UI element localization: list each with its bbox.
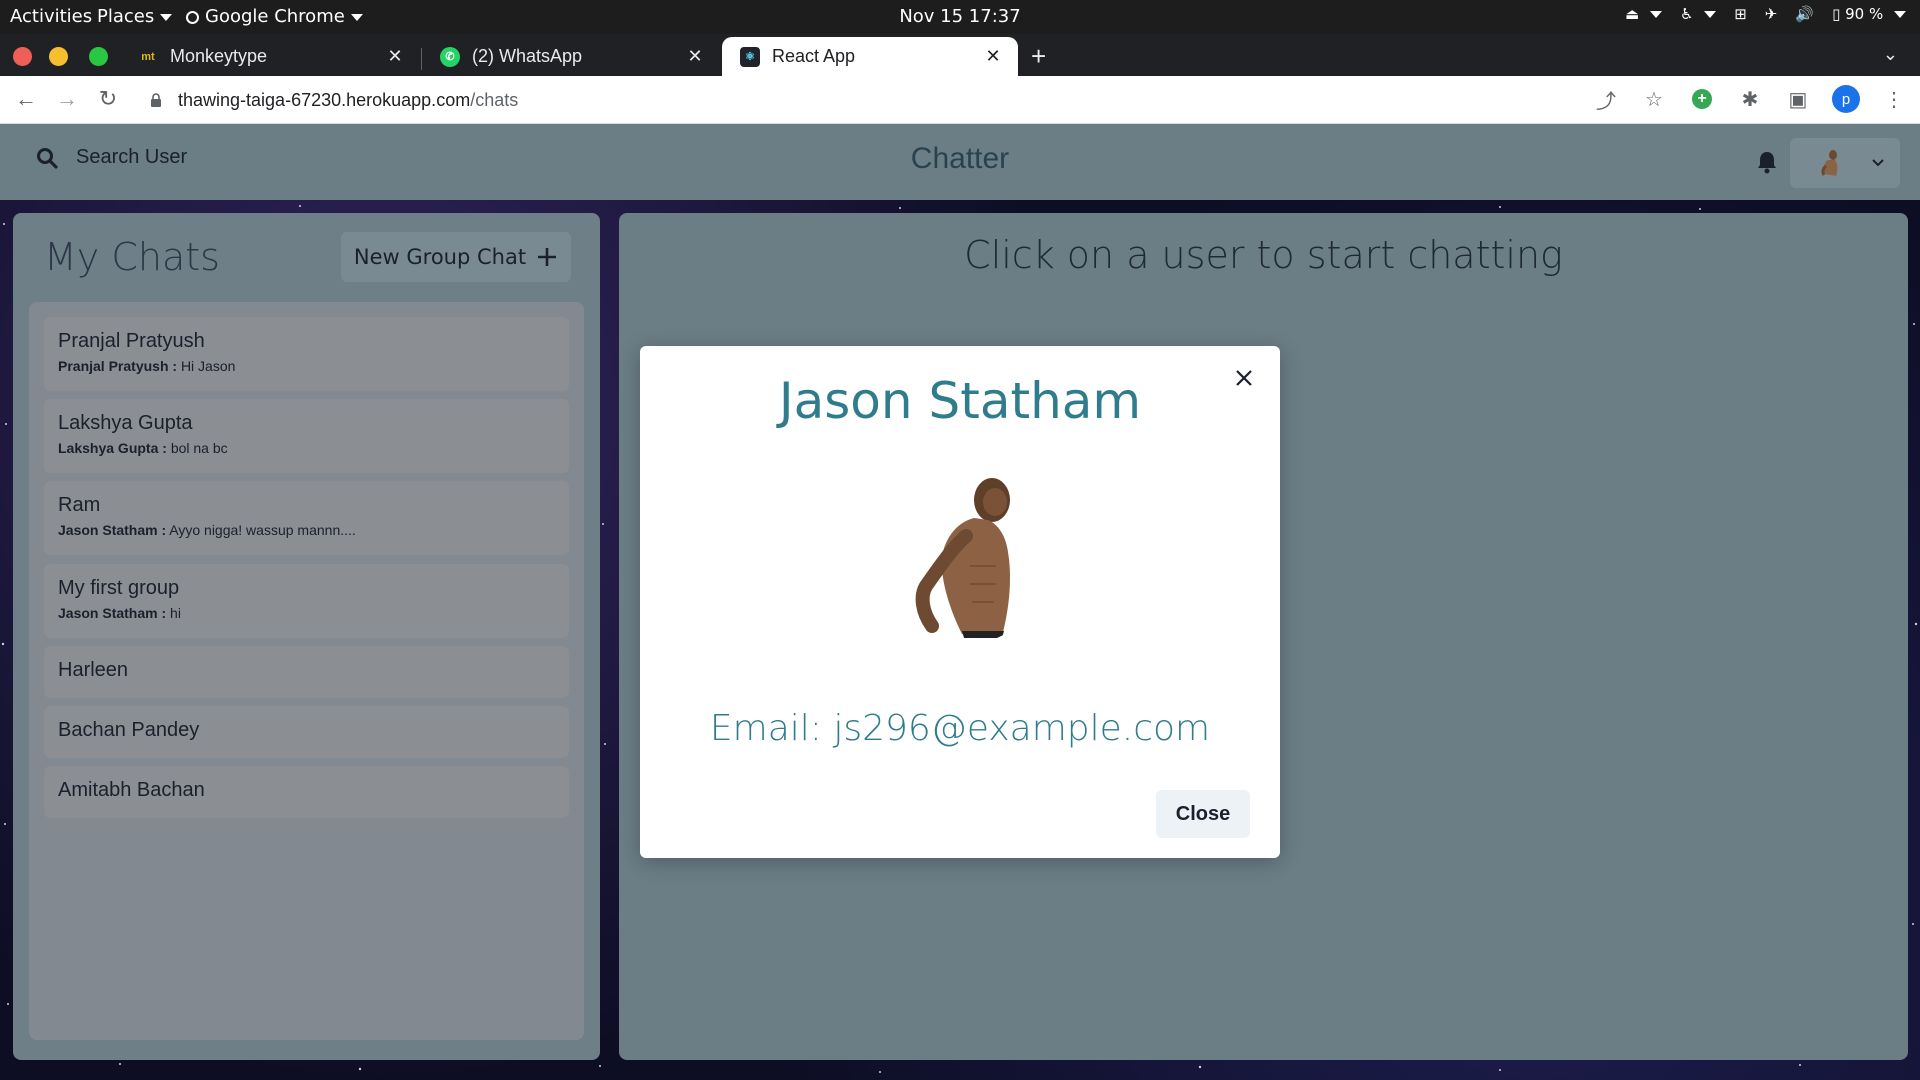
avatar-image — [1821, 150, 1838, 176]
chat-sender: Jason Statham : — [58, 522, 167, 538]
close-icon — [1236, 370, 1252, 386]
reload-icon[interactable]: ↻ — [94, 86, 122, 112]
new-group-chat-button[interactable]: New Group Chat — [341, 232, 571, 282]
app-brand: Chatter — [910, 142, 1010, 175]
close-icon[interactable]: ✕ — [982, 46, 1004, 67]
tab-strip: mt Monkeytype ✕ ✆ (2) WhatsApp ✕ ⚛ React… — [0, 34, 1920, 76]
window-maximize-button[interactable] — [89, 47, 108, 66]
modal-user-name: Jason Statham — [778, 372, 1142, 430]
chat-name: Lakshya Gupta — [58, 412, 193, 434]
window-close-button[interactable] — [13, 47, 32, 66]
chat-latest-message: Jason Statham : hi — [58, 605, 555, 621]
tab-title: Monkeytype — [170, 46, 268, 66]
chevron-down-icon — [1650, 11, 1662, 18]
network-icon: ⊞ — [1734, 5, 1747, 23]
back-icon[interactable]: ← — [12, 86, 40, 112]
avatar — [1814, 146, 1848, 180]
chat-item-my-first-group[interactable]: My first group Jason Statham : hi — [44, 564, 569, 638]
my-chats-title: My Chats — [44, 235, 220, 279]
chat-name: Pranjal Pratyush — [58, 330, 205, 352]
extensions-puzzle-icon[interactable]: ✱ — [1736, 85, 1764, 113]
tab-whatsapp[interactable]: ✆ (2) WhatsApp ✕ — [422, 37, 720, 76]
chat-item-lakshya[interactable]: Lakshya Gupta Lakshya Gupta : bol na bc — [44, 399, 569, 473]
volume-icon: 🔊 — [1795, 5, 1815, 23]
chat-name: Bachan Pandey — [58, 719, 200, 741]
whatsapp-icon: ✆ — [440, 46, 460, 67]
modal-user-email: Email: js296@example.com — [709, 708, 1211, 749]
chevron-down-icon — [1894, 11, 1906, 18]
more-menu-icon[interactable]: ⋮ — [1880, 85, 1908, 113]
chat-latest-message: Pranjal Pratyush : Hi Jason — [58, 358, 555, 374]
profile-menu-button[interactable] — [1790, 138, 1900, 188]
toolbar-actions: ⤴ ☆ + ✱ ▣ p ⋮ — [1592, 85, 1908, 113]
monkeytype-icon: mt — [141, 50, 155, 63]
system-tray[interactable]: ⏏ ♿ ⊞ ✈ 🔊 ▯ 90 % — [1625, 5, 1906, 23]
profile-photo — [915, 478, 1010, 638]
url-field[interactable]: thawing-taiga-67230.herokuapp.com/chats — [178, 90, 518, 111]
chat-sender: Jason Statham : — [58, 605, 167, 621]
profile-initial: p — [1832, 85, 1860, 113]
chat-item-pranjal[interactable]: Pranjal Pratyush Pranjal Pratyush : Hi J… — [44, 317, 569, 391]
chat-name: Amitabh Bachan — [58, 779, 205, 801]
airplane-icon: ✈ — [1764, 5, 1778, 23]
extension-green-icon[interactable]: + — [1688, 85, 1716, 113]
page-viewport: Search User Chatter My Chats New Group C… — [0, 124, 1920, 1080]
chat-item-amitabh-bachan[interactable]: Amitabh Bachan — [44, 766, 569, 818]
chevron-down-icon — [1704, 11, 1717, 18]
profile-picture — [870, 466, 1050, 646]
eject-icon: ⏏ — [1625, 5, 1662, 23]
chat-item-bachan-pandey[interactable]: Bachan Pandey — [44, 706, 569, 758]
forward-icon[interactable]: → — [53, 86, 81, 112]
tab-title: (2) WhatsApp — [472, 46, 583, 66]
share-icon[interactable]: ⤴ — [1592, 85, 1620, 113]
profile-modal: Jason Statham Email: js296@example.com C… — [640, 346, 1280, 858]
chat-sender: Pranjal Pratyush : — [58, 358, 178, 374]
chat-latest-message: Jason Statham : Ayyo nigga! wassup mannn… — [58, 522, 555, 538]
chat-item-ram[interactable]: Ram Jason Statham : Ayyo nigga! wassup m… — [44, 481, 569, 555]
battery-indicator: ▯ 90 % — [1832, 5, 1906, 23]
url-path: /chats — [470, 90, 519, 110]
chat-list: Pranjal Pratyush Pranjal Pratyush : Hi J… — [29, 302, 584, 1040]
plus-icon — [538, 248, 557, 266]
react-icon: ⚛ — [740, 46, 760, 67]
tab-title: React App — [772, 46, 856, 66]
datetime-label: Nov 15 17:37 — [899, 6, 1021, 27]
chat-name: My first group — [58, 577, 180, 599]
os-top-bar: Activities Places Google Chrome Nov 15 1… — [0, 0, 1920, 34]
chat-message: hi — [170, 605, 181, 621]
lock-icon[interactable] — [150, 93, 162, 108]
start-chatting-placeholder: Click on a user to start chatting — [964, 233, 1563, 277]
chevron-down-icon — [1872, 159, 1884, 167]
battery-icon: ▯ — [1832, 5, 1841, 23]
url-host: thawing-taiga-67230.herokuapp.com — [178, 90, 471, 110]
new-tab-button[interactable]: + — [1031, 41, 1046, 72]
chat-name: Ram — [58, 494, 101, 516]
bell-icon[interactable] — [1756, 150, 1778, 174]
modal-close-button[interactable]: Close — [1156, 790, 1250, 838]
side-panel-icon[interactable]: ▣ — [1784, 85, 1812, 113]
my-chats-panel: My Chats New Group Chat Pranjal Pratyush… — [13, 213, 600, 1060]
chat-message: Ayyo nigga! wassup mannn.... — [169, 522, 356, 538]
chat-sender: Lakshya Gupta : — [58, 440, 167, 456]
app-header: Search User Chatter — [0, 124, 1920, 200]
close-icon[interactable]: ✕ — [684, 46, 706, 67]
chat-latest-message: Lakshya Gupta : bol na bc — [58, 440, 555, 456]
profile-avatar[interactable]: p — [1832, 85, 1860, 113]
modal-close-icon[interactable] — [1230, 364, 1258, 392]
battery-percent: 90 % — [1845, 5, 1884, 23]
tab-search-icon[interactable]: ⌄ — [1883, 44, 1898, 65]
new-group-chat-label: New Group Chat — [353, 245, 527, 269]
chat-name: Harleen — [58, 659, 129, 681]
tab-react-app[interactable]: ⚛ React App ✕ — [722, 37, 1018, 76]
chat-message: Hi Jason — [180, 358, 236, 374]
accessibility-icon: ♿ — [1680, 5, 1717, 23]
chat-item-harleen[interactable]: Harleen — [44, 646, 569, 698]
bookmark-star-icon[interactable]: ☆ — [1640, 85, 1668, 113]
address-bar-row: ← → ↻ thawing-taiga-67230.herokuapp.com/… — [0, 76, 1920, 124]
tab-monkeytype[interactable]: mt Monkeytype ✕ — [120, 37, 420, 76]
close-icon[interactable]: ✕ — [384, 46, 406, 67]
chat-message: bol na bc — [170, 440, 228, 456]
window-minimize-button[interactable] — [49, 47, 68, 66]
